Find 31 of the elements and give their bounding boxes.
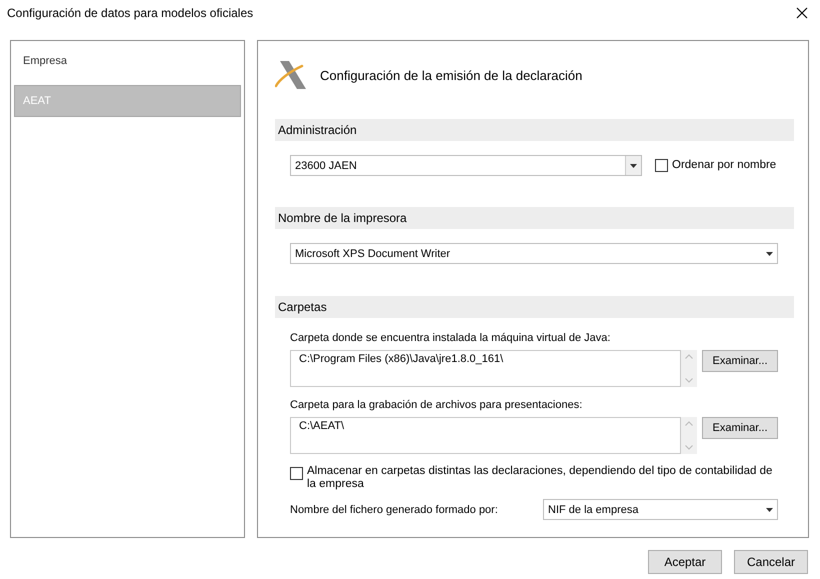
section-header: Administración: [275, 119, 794, 141]
close-icon: [796, 7, 808, 19]
caret-icon: [630, 164, 637, 168]
path-field[interactable]: C:\AEAT\: [290, 417, 681, 454]
field-label: Carpeta donde se encuentra instalada la máquina virtual de Java:: [290, 332, 612, 344]
dropdown[interactable]: NIF de la empresa: [543, 499, 778, 520]
dialog-button[interactable]: Cancelar: [734, 550, 808, 574]
dropdown[interactable]: 23600 JAEN: [290, 155, 642, 176]
page-heading: Configuración de la emisión de la declaración: [320, 68, 582, 82]
browse-button[interactable]: Examinar...: [702, 417, 778, 439]
caret-icon: [766, 252, 772, 256]
dialog-button[interactable]: Aceptar: [648, 550, 722, 574]
window-title: Configuración de datos para modelos oficiales: [7, 6, 254, 20]
checkbox[interactable]: [290, 467, 303, 480]
section-header: Nombre de la impresora: [275, 207, 794, 229]
checkbox[interactable]: [655, 159, 668, 172]
caret-icon: [766, 508, 772, 512]
sidebar-item[interactable]: Empresa: [14, 47, 241, 75]
checkbox-label: Almacenar en carpetas distintas las declaraciones, dependiendo del tipo de contabilidad de la empresa: [307, 465, 774, 491]
path-field[interactable]: C:\Program Files (x86)\Java\jre1.8.0_161\: [290, 350, 681, 387]
checkbox-label: Ordenar por nombre: [672, 159, 776, 172]
field-label: Nombre del fichero generado formado por:: [290, 504, 499, 516]
logo-icon: [275, 60, 307, 90]
scroll-down-icon[interactable]: [685, 445, 693, 450]
dropdown[interactable]: Microsoft XPS Document Writer: [290, 243, 778, 264]
scroll-up-icon[interactable]: [685, 354, 693, 359]
field-label: Carpeta para la grabación de archivos para presentaciones:: [290, 399, 584, 411]
section-header: Carpetas: [275, 296, 794, 318]
scroll-up-icon[interactable]: [685, 421, 693, 426]
scroll-down-icon[interactable]: [685, 378, 693, 383]
browse-button[interactable]: Examinar...: [702, 350, 778, 372]
